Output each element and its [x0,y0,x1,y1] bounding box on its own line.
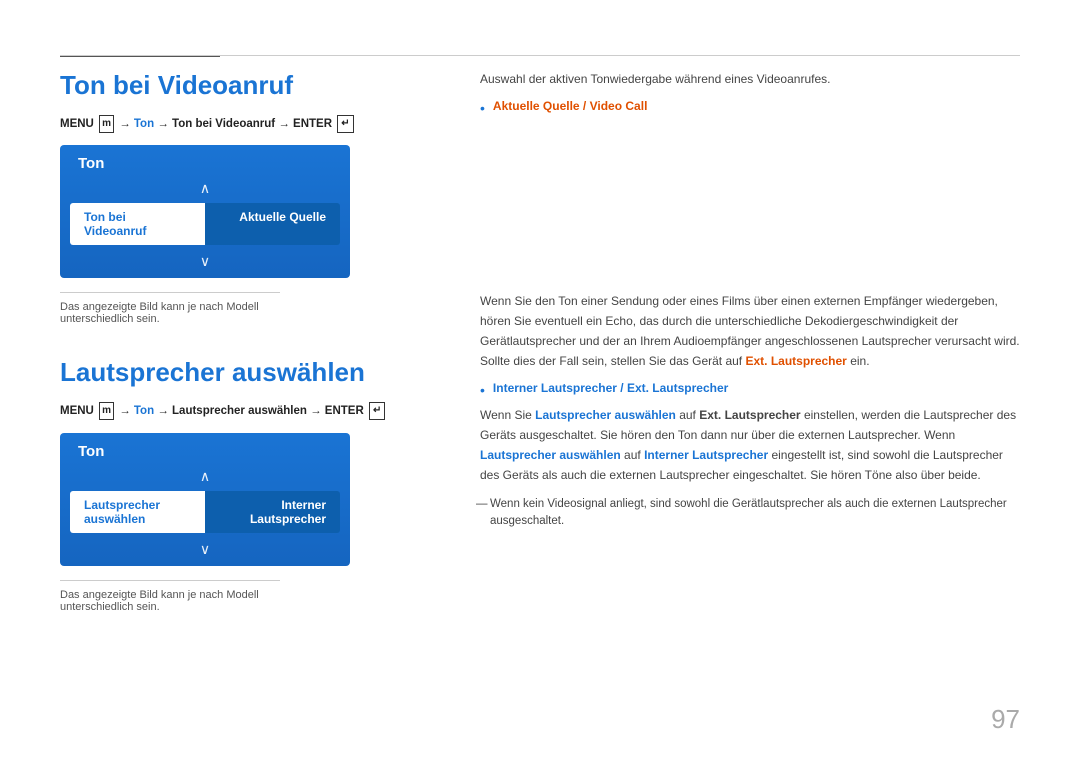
tv-menu-arrow-down2: ∨ [60,537,350,566]
tv-menu-arrow-up2: ∧ [60,466,350,487]
section1-note: Das angezeigte Bild kann je nach Modell … [60,292,280,325]
section1-bullet-label: Aktuelle Quelle / Video Call [493,99,648,113]
page-container: Ton bei Videoanruf MENU m → Ton → Ton be… [0,0,1080,763]
right-section2: Wenn Sie den Ton einer Sendung oder eine… [480,292,1020,531]
main-layout: Ton bei Videoanruf MENU m → Ton → Ton be… [60,70,1020,613]
tv-menu-item-label1: Ton bei Videoanruf [70,203,205,245]
interner-ref: Interner Lautsprecher [644,448,768,462]
right-intro1: Auswahl der aktiven Tonwiedergabe währen… [480,70,1020,89]
section2-tv-menu: Ton ∧ Lautsprecher auswählen Interner La… [60,433,350,566]
enter-label1: ENTER [293,118,332,130]
section-spacer [60,325,420,357]
tv-menu-item-value1: Aktuelle Quelle [205,203,340,245]
arrow1: → [119,118,134,130]
section2-desc1: Wenn Sie Lautsprecher auswählen auf Ext.… [480,406,1020,485]
tv-menu-item2: Lautsprecher auswählen Interner Lautspre… [70,491,340,533]
section2-dash-note: Wenn kein Videosignal anliegt, sind sowo… [480,496,1020,532]
highlight1: Ton bei Videoanruf [172,118,275,130]
enter-icon1: ↵ [337,115,353,133]
left-column: Ton bei Videoanruf MENU m → Ton → Ton be… [60,70,460,613]
enter-label2: ENTER [325,405,364,417]
tv-menu-item-value2: Interner Lautsprecher [205,491,340,533]
section2-note: Das angezeigte Bild kann je nach Modell … [60,580,280,613]
ton-label2: Ton [134,405,154,417]
arrow3b: → [310,405,325,417]
arrow2b: → [157,405,172,417]
tv-menu-item1: Ton bei Videoanruf Aktuelle Quelle [70,203,340,245]
menu-icon2: m [99,402,114,420]
menu-label2: MENU [60,405,94,417]
lautsprecher-ref2: Lautsprecher auswählen [480,448,621,462]
tv-menu-header1: Ton [60,145,350,178]
tv-menu-arrow-up1: ∧ [60,178,350,199]
bullet-dot2: • [480,382,485,398]
menu-icon: m [99,115,114,133]
section1: Ton bei Videoanruf MENU m → Ton → Ton be… [60,70,420,325]
section2: Lautsprecher auswählen MENU m → Ton → La… [60,357,420,612]
tv-menu-item-label2: Lautsprecher auswählen [70,491,205,533]
right-spacer [480,124,1020,292]
lautsprecher-ref1: Lautsprecher auswählen [535,408,676,422]
bullet-dot1: • [480,100,485,116]
arrow1b: → [119,405,134,417]
section1-tv-menu: Ton ∧ Ton bei Videoanruf Aktuelle Quelle… [60,145,350,278]
section1-breadcrumb: MENU m → Ton → Ton bei Videoanruf → ENTE… [60,115,420,133]
menu-label: MENU [60,118,94,130]
page-number: 97 [991,704,1020,735]
arrow2: → [157,118,172,130]
section1-bullet: • Aktuelle Quelle / Video Call [480,99,1020,116]
top-line [60,55,1020,56]
ext-lautsprecher-ref: Ext. Lautsprecher [745,354,846,368]
right-column: Auswahl der aktiven Tonwiedergabe währen… [460,70,1020,613]
right-intro2: Wenn Sie den Ton einer Sendung oder eine… [480,292,1020,371]
section2-bullet-label: Interner Lautsprecher / Ext. Lautspreche… [493,381,728,395]
section2-breadcrumb: MENU m → Ton → Lautsprecher auswählen → … [60,402,420,420]
enter-icon2: ↵ [369,402,385,420]
section2-title: Lautsprecher auswählen [60,357,420,388]
arrow3: → [278,118,293,130]
section2-bullet: • Interner Lautsprecher / Ext. Lautsprec… [480,381,1020,398]
right-section1: Auswahl der aktiven Tonwiedergabe währen… [480,70,1020,116]
section1-title: Ton bei Videoanruf [60,70,420,101]
ext-ref2: Ext. Lautsprecher [699,408,800,422]
tv-menu-header2: Ton [60,433,350,466]
tv-menu-arrow-down1: ∨ [60,249,350,278]
highlight2: Lautsprecher auswählen [172,405,307,417]
ton-label1: Ton [134,118,154,130]
